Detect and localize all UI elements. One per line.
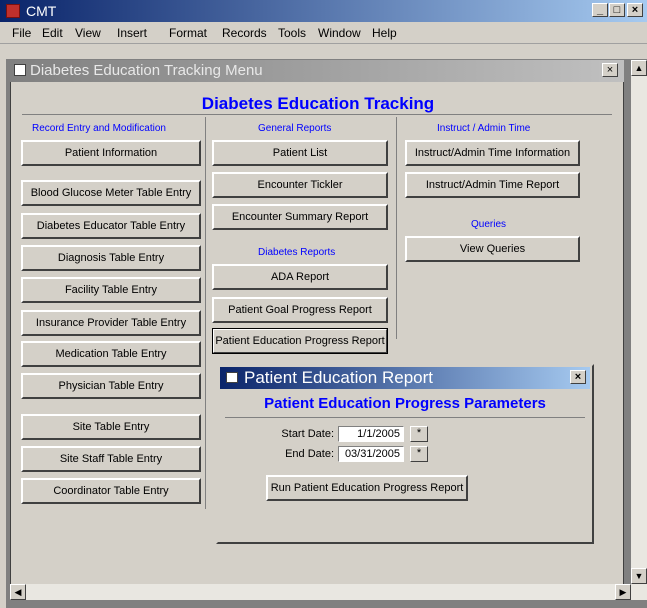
app-titlebar [0,0,647,22]
menu-form-close-button[interactable]: × [602,63,618,77]
scroll-up-icon[interactable]: ▲ [631,60,647,76]
start-date-field[interactable]: 1/1/2005 [338,426,404,442]
instruct-admin-header: Instruct / Admin Time [437,123,531,134]
horizontal-scrollbar[interactable] [10,584,631,600]
menu-format[interactable]: Format [169,26,207,40]
diabetes-educator-button[interactable]: Diabetes Educator Table Entry [21,213,201,239]
menu-edit[interactable]: Edit [42,26,63,40]
patient-information-button[interactable]: Patient Information [21,140,201,166]
minimize-button[interactable]: _ [592,3,608,17]
insurance-provider-button[interactable]: Insurance Provider Table Entry [21,310,201,336]
column-divider-2 [396,117,397,339]
encounter-tickler-button[interactable]: Encounter Tickler [212,172,388,198]
end-date-field[interactable]: 03/31/2005 [338,446,404,462]
menu-view[interactable]: View [75,26,101,40]
app-icon [6,4,20,18]
app-window: CMT _ □ × File Edit View Insert Format R… [0,0,647,608]
run-report-button[interactable]: Run Patient Education Progress Report [266,475,468,501]
facility-button[interactable]: Facility Table Entry [21,277,201,303]
diabetes-reports-header: Diabetes Reports [258,247,336,258]
menu-help[interactable]: Help [372,26,397,40]
dialog-close-button[interactable]: × [570,370,586,384]
dialog-heading: Patient Education Progress Parameters [264,395,546,412]
site-button[interactable]: Site Table Entry [21,414,201,440]
maximize-button[interactable]: □ [609,3,625,17]
dialog-title: Patient Education Report [244,368,434,387]
menu-insert[interactable]: Insert [117,26,147,40]
start-date-label: Start Date: [281,428,334,440]
coordinator-button[interactable]: Coordinator Table Entry [21,478,201,504]
app-title: CMT [26,3,57,19]
menu-bar: File Edit View Insert Format Records Too… [0,22,647,44]
column-divider-1 [205,117,206,509]
end-date-label: End Date: [285,448,334,460]
title-divider [22,114,612,115]
end-date-calendar-button[interactable]: * [410,446,428,462]
dialog-form-icon [226,372,238,383]
queries-header: Queries [471,219,507,230]
record-entry-header: Record Entry and Modification [32,123,166,134]
scroll-down-icon[interactable]: ▼ [631,568,647,584]
view-queries-button[interactable]: View Queries [405,236,580,262]
menu-form-title: Diabetes Education Tracking Menu [30,62,263,79]
blood-glucose-meter-button[interactable]: Blood Glucose Meter Table Entry [21,180,201,206]
instruct-admin-info-button[interactable]: Instruct/Admin Time Information [405,140,580,166]
ada-report-button[interactable]: ADA Report [212,264,388,290]
patient-list-button[interactable]: Patient List [212,140,388,166]
dialog-divider [225,417,585,418]
form-icon [14,64,26,76]
menu-file[interactable]: File [12,26,31,40]
close-button[interactable]: × [627,3,643,17]
site-staff-button[interactable]: Site Staff Table Entry [21,446,201,472]
diagnosis-button[interactable]: Diagnosis Table Entry [21,245,201,271]
scroll-left-icon[interactable]: ◀ [10,584,26,600]
medication-button[interactable]: Medication Table Entry [21,341,201,367]
physician-button[interactable]: Physician Table Entry [21,373,201,399]
encounter-summary-button[interactable]: Encounter Summary Report [212,204,388,230]
patient-goal-progress-button[interactable]: Patient Goal Progress Report [212,297,388,323]
scroll-right-icon[interactable]: ▶ [615,584,631,600]
menu-tools[interactable]: Tools [278,26,306,40]
instruct-admin-report-button[interactable]: Instruct/Admin Time Report [405,172,580,198]
general-reports-header: General Reports [258,123,332,134]
start-date-calendar-button[interactable]: * [410,426,428,442]
vertical-scrollbar[interactable] [631,60,647,600]
patient-education-progress-button[interactable]: Patient Education Progress Report [212,328,388,354]
menu-records[interactable]: Records [222,26,267,40]
page-title: Diabetes Education Tracking [201,94,435,113]
menu-window[interactable]: Window [318,26,361,40]
